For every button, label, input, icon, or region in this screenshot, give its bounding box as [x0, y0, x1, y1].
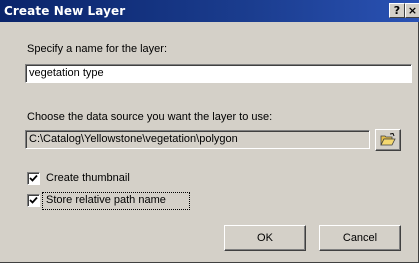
- data-source-label: Choose the data source you want the laye…: [27, 111, 273, 123]
- layer-name-label: Specify a name for the layer:: [27, 43, 168, 55]
- create-thumbnail-label[interactable]: Create thumbnail: [46, 172, 130, 184]
- store-relative-path-checkbox[interactable]: [27, 194, 40, 207]
- ok-button[interactable]: OK: [224, 225, 306, 251]
- open-folder-icon: [380, 133, 396, 146]
- dialog-title: Create New Layer: [4, 4, 126, 18]
- data-source-field[interactable]: C:\Catalog\Yellowstone\vegetation\polygo…: [25, 130, 370, 149]
- close-button[interactable]: ×: [405, 3, 419, 18]
- checkmark-icon: [29, 174, 38, 182]
- store-relative-path-label[interactable]: Store relative path name: [46, 194, 166, 206]
- help-button[interactable]: ?: [389, 3, 405, 18]
- checkmark-icon: [29, 196, 38, 204]
- browse-folder-button[interactable]: [375, 129, 401, 151]
- cancel-button[interactable]: Cancel: [319, 225, 401, 251]
- layer-name-input[interactable]: vegetation type: [25, 64, 412, 83]
- title-bar[interactable]: Create New Layer ? ×: [0, 0, 419, 22]
- close-icon: ×: [407, 4, 418, 17]
- create-new-layer-dialog: Create New Layer ? × Specify a name for …: [0, 0, 419, 263]
- help-icon: ?: [393, 4, 401, 17]
- create-thumbnail-checkbox[interactable]: [27, 172, 40, 185]
